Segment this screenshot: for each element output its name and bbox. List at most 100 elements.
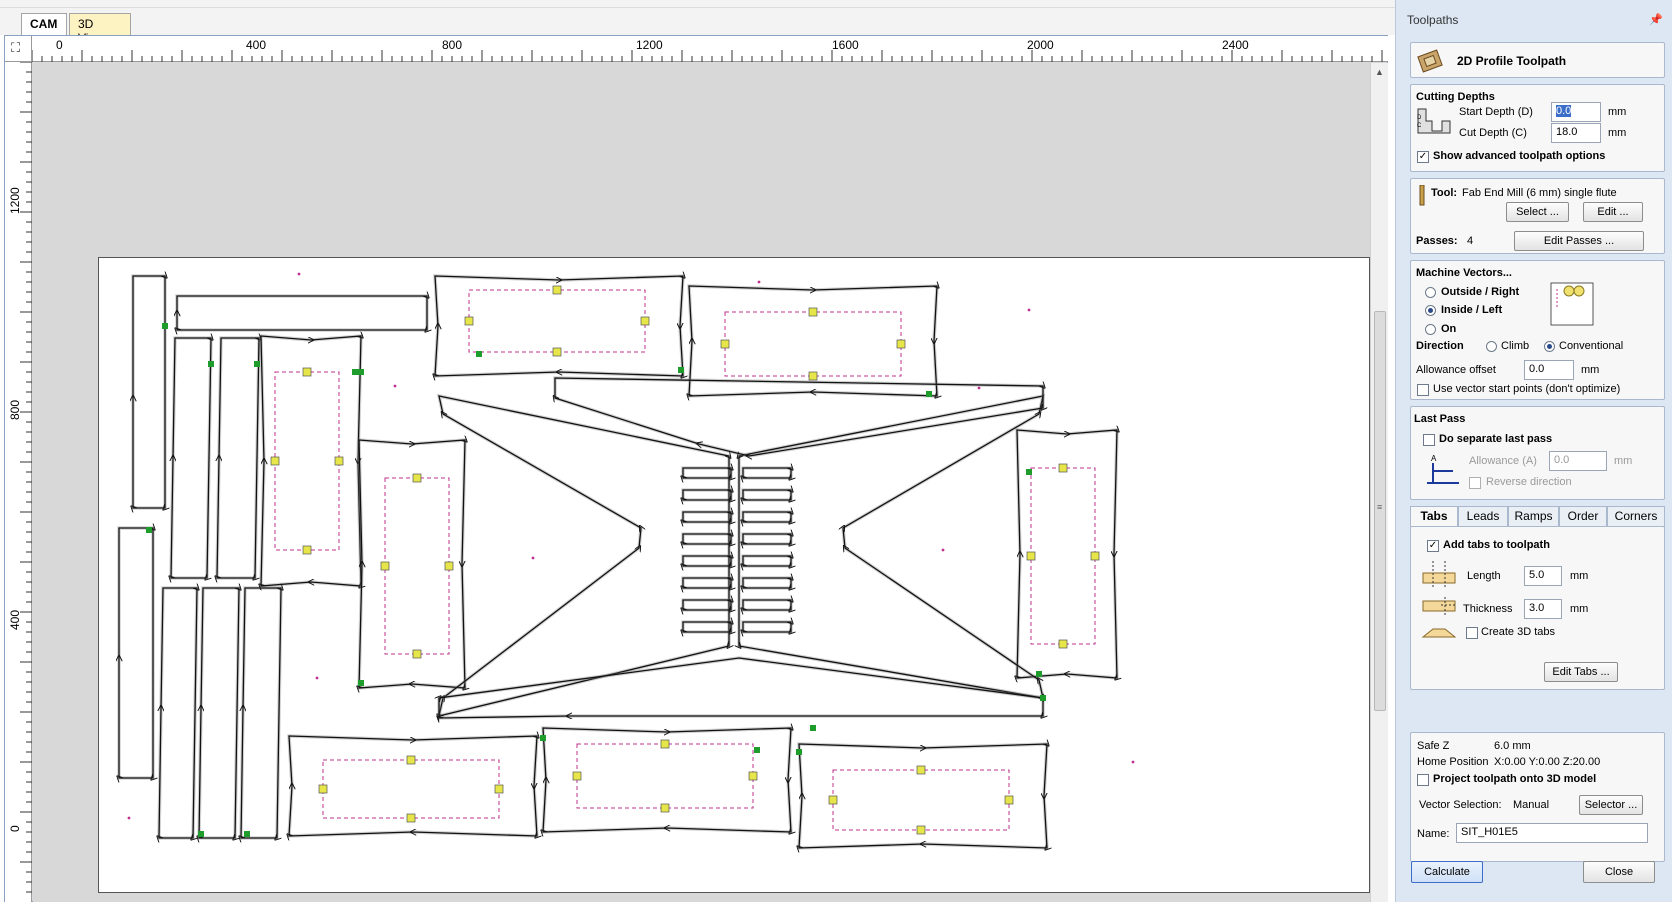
tab-marker[interactable] xyxy=(302,545,312,555)
finger-joint-toolpath[interactable] xyxy=(741,510,793,524)
slat-part[interactable] xyxy=(199,588,239,838)
conventional-radio[interactable] xyxy=(1544,341,1555,352)
tab-marker[interactable] xyxy=(464,316,474,326)
start-point-marker[interactable] xyxy=(1026,469,1032,475)
tab-marker[interactable] xyxy=(1058,463,1068,473)
start-point-marker[interactable] xyxy=(754,747,760,753)
stray-point[interactable] xyxy=(297,272,301,276)
create-3d-tabs-checkbox[interactable] xyxy=(1466,627,1478,639)
tab-marker[interactable] xyxy=(334,456,344,466)
base-bottom-rail[interactable] xyxy=(439,657,1043,718)
pocket-toolpath[interactable] xyxy=(832,769,1010,831)
stray-point[interactable] xyxy=(315,676,319,680)
tab-cam[interactable]: CAM xyxy=(21,13,67,35)
finger-joint-toolpath[interactable] xyxy=(741,532,793,546)
slat-part-toolpath[interactable] xyxy=(169,336,213,580)
slat-part[interactable] xyxy=(159,588,197,838)
base-right-part-toolpath[interactable] xyxy=(737,393,1046,701)
finger-joint-toolpath[interactable] xyxy=(681,576,733,590)
edit-passes-button[interactable]: Edit Passes ... xyxy=(1514,231,1644,251)
start-point-marker[interactable] xyxy=(1036,671,1042,677)
pocket-toolpath[interactable] xyxy=(274,371,340,551)
slat-part-toolpath[interactable] xyxy=(197,586,241,840)
start-point-marker[interactable] xyxy=(198,831,204,837)
start-point-marker[interactable] xyxy=(678,367,684,373)
tab-marker[interactable] xyxy=(916,765,926,775)
stray-point[interactable] xyxy=(941,548,945,552)
start-point-marker[interactable] xyxy=(146,527,152,533)
allowance-offset-input[interactable]: 0.0 xyxy=(1524,360,1574,380)
edit-tabs-button[interactable]: Edit Tabs ... xyxy=(1544,662,1618,682)
pocket-toolpath[interactable] xyxy=(384,477,450,655)
scroll-up-arrow-icon[interactable]: ▲ xyxy=(1375,67,1384,77)
finger-joint-toolpath[interactable] xyxy=(741,554,793,568)
toolpath-drawing[interactable] xyxy=(99,258,1371,894)
toolpath-name-input[interactable]: SIT_H01E5 xyxy=(1456,823,1648,843)
base-bottom-rail-toolpath[interactable] xyxy=(437,656,1045,720)
pocket-toolpath[interactable] xyxy=(1030,467,1096,645)
tab-marker[interactable] xyxy=(660,803,670,813)
edit-tool-button[interactable]: Edit ... xyxy=(1583,202,1643,222)
outside-right-radio[interactable] xyxy=(1425,287,1436,298)
tab-marker[interactable] xyxy=(406,813,416,823)
tab-tabs[interactable]: Tabs xyxy=(1410,506,1458,527)
slat-part[interactable] xyxy=(241,588,281,838)
inside-left-radio[interactable] xyxy=(1425,305,1436,316)
start-point-marker[interactable] xyxy=(254,361,260,367)
tab-marker[interactable] xyxy=(302,367,312,377)
slat-part-toolpath[interactable] xyxy=(117,526,155,780)
slat-part-toolpath[interactable] xyxy=(131,274,167,510)
tab-marker[interactable] xyxy=(270,456,280,466)
finger-joint-toolpath[interactable] xyxy=(741,576,793,590)
tab-marker[interactable] xyxy=(412,649,422,659)
start-point-marker[interactable] xyxy=(796,749,802,755)
finger-joint-toolpath[interactable] xyxy=(681,620,733,634)
tab-ramps[interactable]: Ramps xyxy=(1508,506,1559,527)
slat-part[interactable] xyxy=(177,296,427,330)
slat-part[interactable] xyxy=(171,338,211,578)
last-pass-allowance-input[interactable]: 0.0 xyxy=(1549,451,1607,471)
slat-part-toolpath[interactable] xyxy=(215,336,261,580)
start-point-marker[interactable] xyxy=(358,680,364,686)
tab-marker[interactable] xyxy=(896,339,906,349)
tab-marker[interactable] xyxy=(748,771,758,781)
tab-marker[interactable] xyxy=(720,339,730,349)
start-point-marker[interactable] xyxy=(476,351,482,357)
tab-marker[interactable] xyxy=(572,771,582,781)
finger-joint-toolpath[interactable] xyxy=(681,598,733,612)
tab-marker[interactable] xyxy=(444,561,454,571)
vertical-scrollbar-thumb[interactable]: ≡ xyxy=(1374,311,1386,711)
calculate-button[interactable]: Calculate xyxy=(1411,861,1483,883)
finger-joint-toolpath[interactable] xyxy=(741,598,793,612)
slat-part-toolpath[interactable] xyxy=(239,586,283,840)
tab-marker[interactable] xyxy=(412,473,422,483)
add-tabs-checkbox[interactable]: ✓ xyxy=(1427,540,1439,552)
start-point-marker[interactable] xyxy=(208,361,214,367)
climb-radio[interactable] xyxy=(1486,341,1497,352)
finger-joint-toolpath[interactable] xyxy=(741,620,793,634)
stray-point[interactable] xyxy=(1027,308,1031,312)
show-advanced-checkbox[interactable]: ✓ xyxy=(1417,151,1429,163)
start-point-marker[interactable] xyxy=(244,831,250,837)
tab-length-input[interactable]: 5.0 xyxy=(1524,566,1562,586)
project-toolpath-checkbox[interactable] xyxy=(1417,774,1429,786)
finger-joint-toolpath[interactable] xyxy=(681,488,733,502)
stray-point[interactable] xyxy=(757,280,761,284)
finger-joint-toolpath[interactable] xyxy=(681,466,733,480)
pin-icon[interactable]: 📌 xyxy=(1649,13,1663,26)
tab-marker[interactable] xyxy=(380,561,390,571)
tab-marker[interactable] xyxy=(660,739,670,749)
tab-marker[interactable] xyxy=(916,825,926,835)
start-point-marker[interactable] xyxy=(358,369,364,375)
stray-point[interactable] xyxy=(1131,760,1135,764)
tab-marker[interactable] xyxy=(828,795,838,805)
tab-marker[interactable] xyxy=(552,285,562,295)
selector-button[interactable]: Selector ... xyxy=(1579,795,1643,815)
stray-point[interactable] xyxy=(127,816,131,820)
tab-marker[interactable] xyxy=(318,784,328,794)
tab-marker[interactable] xyxy=(1090,551,1100,561)
tab-thickness-input[interactable]: 3.0 xyxy=(1524,599,1562,619)
tab-marker[interactable] xyxy=(552,347,562,357)
start-point-marker[interactable] xyxy=(352,369,358,375)
start-depth-input[interactable]: 0.0 xyxy=(1551,102,1601,122)
